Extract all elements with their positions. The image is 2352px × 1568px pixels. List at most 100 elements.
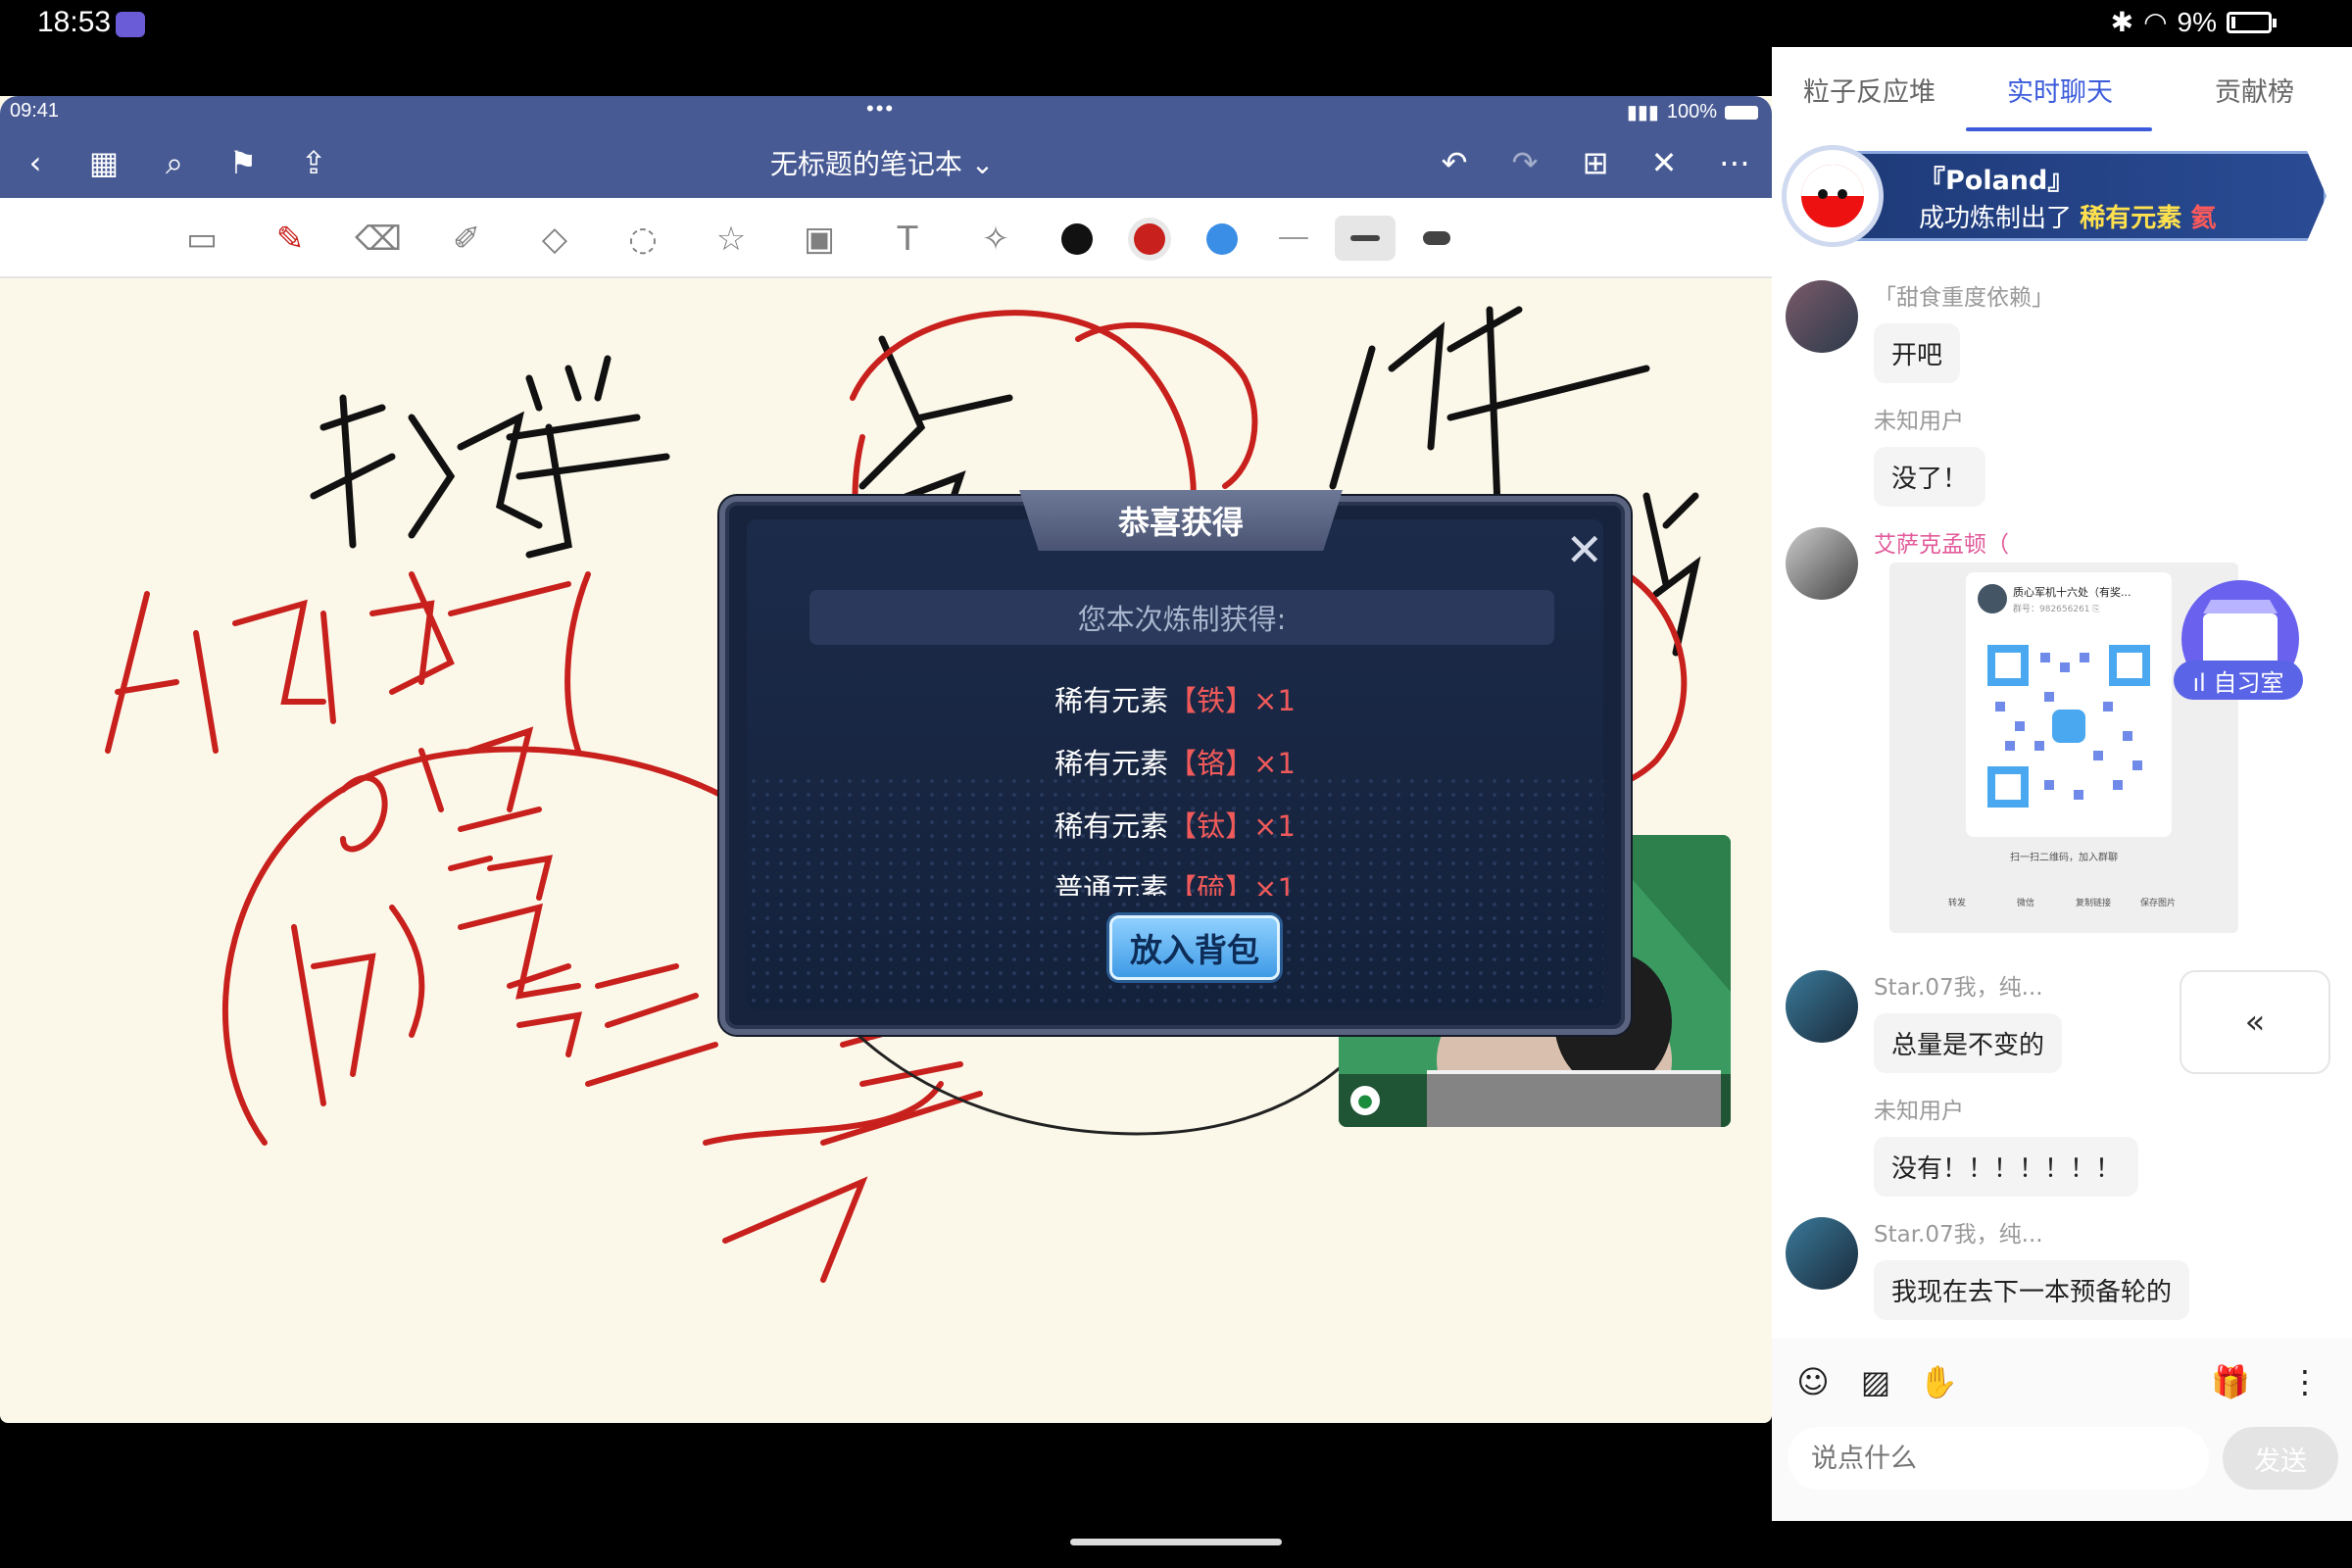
color-black[interactable] <box>1061 223 1093 255</box>
tab-contribution-rank[interactable]: 贡献榜 <box>2215 71 2294 109</box>
banner-username: 『Poland』 <box>1919 166 2075 196</box>
panel-tabs: 粒子反应堆 实时聊天 贡献榜 <box>1772 47 2352 135</box>
avatar[interactable] <box>1786 1217 1858 1290</box>
ipad-battery-percent: 100% <box>1666 101 1717 122</box>
battery-icon <box>2227 11 2277 33</box>
banner-avatar <box>1782 145 1884 247</box>
chat-input[interactable] <box>1788 1427 2209 1490</box>
image-icon[interactable]: ▣ <box>792 212 847 267</box>
qr-caption: 扫一扫二维码，加入群聊 <box>2010 853 2118 863</box>
pen-icon[interactable]: ✎ <box>263 212 318 267</box>
ipad-time: 09:41 <box>10 100 60 122</box>
microphone-icon[interactable]: ● <box>1350 1086 1380 1115</box>
highlighter-icon[interactable]: ✐ <box>439 212 494 267</box>
notes-toolbar: ▭ ✎ ⌫ ✐ ◇ ◌ ☆ ▣ T ✧ <box>0 198 1772 278</box>
stroke-thin[interactable] <box>1279 237 1308 239</box>
back-icon[interactable]: ‹ <box>14 141 57 184</box>
more-icon[interactable]: ⋯ <box>1713 141 1756 184</box>
reward-modal-title: 恭喜获得 <box>1019 490 1343 551</box>
video-controls: ● <box>1339 1074 1731 1127</box>
reward-item: 稀有元素【铬】×1 <box>1054 747 1296 780</box>
emoji-icon[interactable]: ☺ <box>1791 1360 1835 1403</box>
battery-fill <box>2231 16 2235 28</box>
stroke-thick[interactable] <box>1423 231 1450 245</box>
craft-announcement-banner: 『Poland』 成功炼制出了 稀有元素 氦 <box>1782 145 2330 247</box>
collapse-panel-button[interactable]: « <box>2180 970 2330 1074</box>
study-room-button[interactable]: ıl 自习室 <box>2174 661 2303 700</box>
redo-icon[interactable]: ↷ <box>1503 141 1546 184</box>
qr-code <box>1985 643 2152 809</box>
qr-action-forward: 转发 <box>1948 899 1967 908</box>
app-notification-icon <box>116 12 145 37</box>
message-bubble: 总量是不变的 <box>1874 1013 2063 1073</box>
group-title: 质心军机十六处（有奖... <box>2013 586 2132 599</box>
system-status-icons: ✱ ◠ 9% <box>2110 6 2277 38</box>
put-in-backpack-button[interactable]: 放入背包 <box>1109 915 1280 980</box>
avatar[interactable] <box>1786 280 1858 353</box>
image-icon[interactable]: ▨ <box>1854 1360 1897 1403</box>
avatar[interactable] <box>1786 970 1858 1043</box>
qr-action-save: 保存图片 <box>2140 899 2177 908</box>
message-bubble: 没了！ <box>1874 447 1986 507</box>
color-red-selected[interactable] <box>1134 223 1165 255</box>
group-avatar <box>1978 584 2007 613</box>
banner-message: 成功炼制出了 稀有元素 氦 <box>1919 204 2217 233</box>
close-pen-icon[interactable]: ✕ <box>1642 141 1686 184</box>
raise-hand-icon[interactable]: ✋ <box>1917 1360 1960 1403</box>
side-panel: 粒子反应堆 实时聊天 贡献榜 『Poland』 成功炼制出了 稀有元素 氦 「甜… <box>1772 47 2352 1521</box>
reward-item: 稀有元素【钛】×1 <box>1054 809 1296 843</box>
qr-card: 质心军机十六处（有奖... 群号：982656261 ⎘ <box>1966 572 2172 837</box>
message-bubble: 我现在去下一本预备轮的 <box>1874 1260 2190 1320</box>
reward-item: 普通元素【硫】×1 <box>1054 872 1296 896</box>
reward-modal-body: 您本次炼制获得: 稀有元素【铁】×1 稀有元素【铬】×1 稀有元素【钛】×1 普… <box>747 519 1603 1009</box>
ipad-status-icons: ▮▮▮ 100% <box>1627 100 1758 124</box>
notes-navbar: ‹ ▦ ⌕ ⚑ ⇪ 无标题的笔记本 ⌄ ↶ ↷ ⊞ ✕ ⋯ <box>0 127 1772 198</box>
ipad-status-bar: 09:41 ••• ▮▮▮ 100% <box>0 96 1772 127</box>
signal-icon: ▮▮▮ <box>1626 102 1659 123</box>
stroke-medium <box>1350 235 1380 241</box>
chat-input-bar: ☺ ▨ ✋ 🎁 ⋮ 发送 <box>1772 1339 2352 1521</box>
more-vertical-icon[interactable]: ⋮ <box>2283 1360 2327 1403</box>
search-icon[interactable]: ⌕ <box>153 141 196 184</box>
eraser-icon[interactable]: ⌫ <box>351 212 406 267</box>
bluetooth-icon: ✱ <box>2110 7 2134 37</box>
tab-live-chat[interactable]: 实时聊天 <box>2007 71 2113 109</box>
message-username: Star.07我，纯... <box>1874 1222 2043 1248</box>
poland-ball-icon <box>1801 165 1864 227</box>
add-page-icon[interactable]: ⊞ <box>1574 141 1617 184</box>
ipad-battery-icon <box>1725 105 1758 120</box>
lasso-icon[interactable]: ◌ <box>615 212 670 267</box>
home-indicator[interactable] <box>1070 1539 1282 1545</box>
qr-action-wechat: 微信 <box>2017 899 2035 908</box>
message-username: 未知用户 <box>1874 409 1964 434</box>
bookmark-icon[interactable]: ⚑ <box>221 141 265 184</box>
reward-modal: 您本次炼制获得: 稀有元素【铁】×1 稀有元素【铬】×1 稀有元素【钛】×1 普… <box>719 490 1631 1035</box>
shapes-icon[interactable]: ◇ <box>527 212 582 267</box>
share-icon[interactable]: ⇪ <box>292 141 335 184</box>
active-tab-indicator <box>1966 127 2152 131</box>
group-id: 群号：982656261 ⎘ <box>2013 605 2100 614</box>
reward-item: 稀有元素【铁】×1 <box>1054 684 1296 717</box>
battery-percent: 9% <box>2177 6 2217 37</box>
gift-icon[interactable]: 🎁 <box>2209 1360 2252 1403</box>
qr-action-copy-link: 复制链接 <box>2076 899 2112 908</box>
message-username: 未知用户 <box>1874 1099 1964 1124</box>
message-username: 「甜食重度依赖」 <box>1874 285 2054 311</box>
sticker-icon[interactable]: ☆ <box>704 212 759 267</box>
send-button[interactable]: 发送 <box>2223 1427 2338 1490</box>
ipad-multitask-dots: ••• <box>866 96 896 121</box>
message-bubble: 没有！！！！！！！ <box>1874 1137 2139 1197</box>
read-mode-icon[interactable]: ▭ <box>174 212 229 267</box>
close-icon[interactable]: ✕ <box>1565 527 1603 572</box>
tab-particle-reactor[interactable]: 粒子反应堆 <box>1803 71 1936 109</box>
message-username: 艾萨克孟顿（ <box>1874 532 2009 558</box>
grid-icon[interactable]: ▦ <box>82 141 125 184</box>
wifi-icon: ◠ <box>2143 7 2168 37</box>
color-blue[interactable] <box>1206 223 1238 255</box>
undo-icon[interactable]: ↶ <box>1433 141 1476 184</box>
message-username: Star.07我，纯... <box>1874 975 2043 1001</box>
text-icon[interactable]: T <box>880 212 935 267</box>
laser-icon[interactable]: ✧ <box>968 212 1023 267</box>
reward-subtitle: 您本次炼制获得: <box>809 590 1554 645</box>
notebook-title[interactable]: 无标题的笔记本 ⌄ <box>686 143 1078 182</box>
